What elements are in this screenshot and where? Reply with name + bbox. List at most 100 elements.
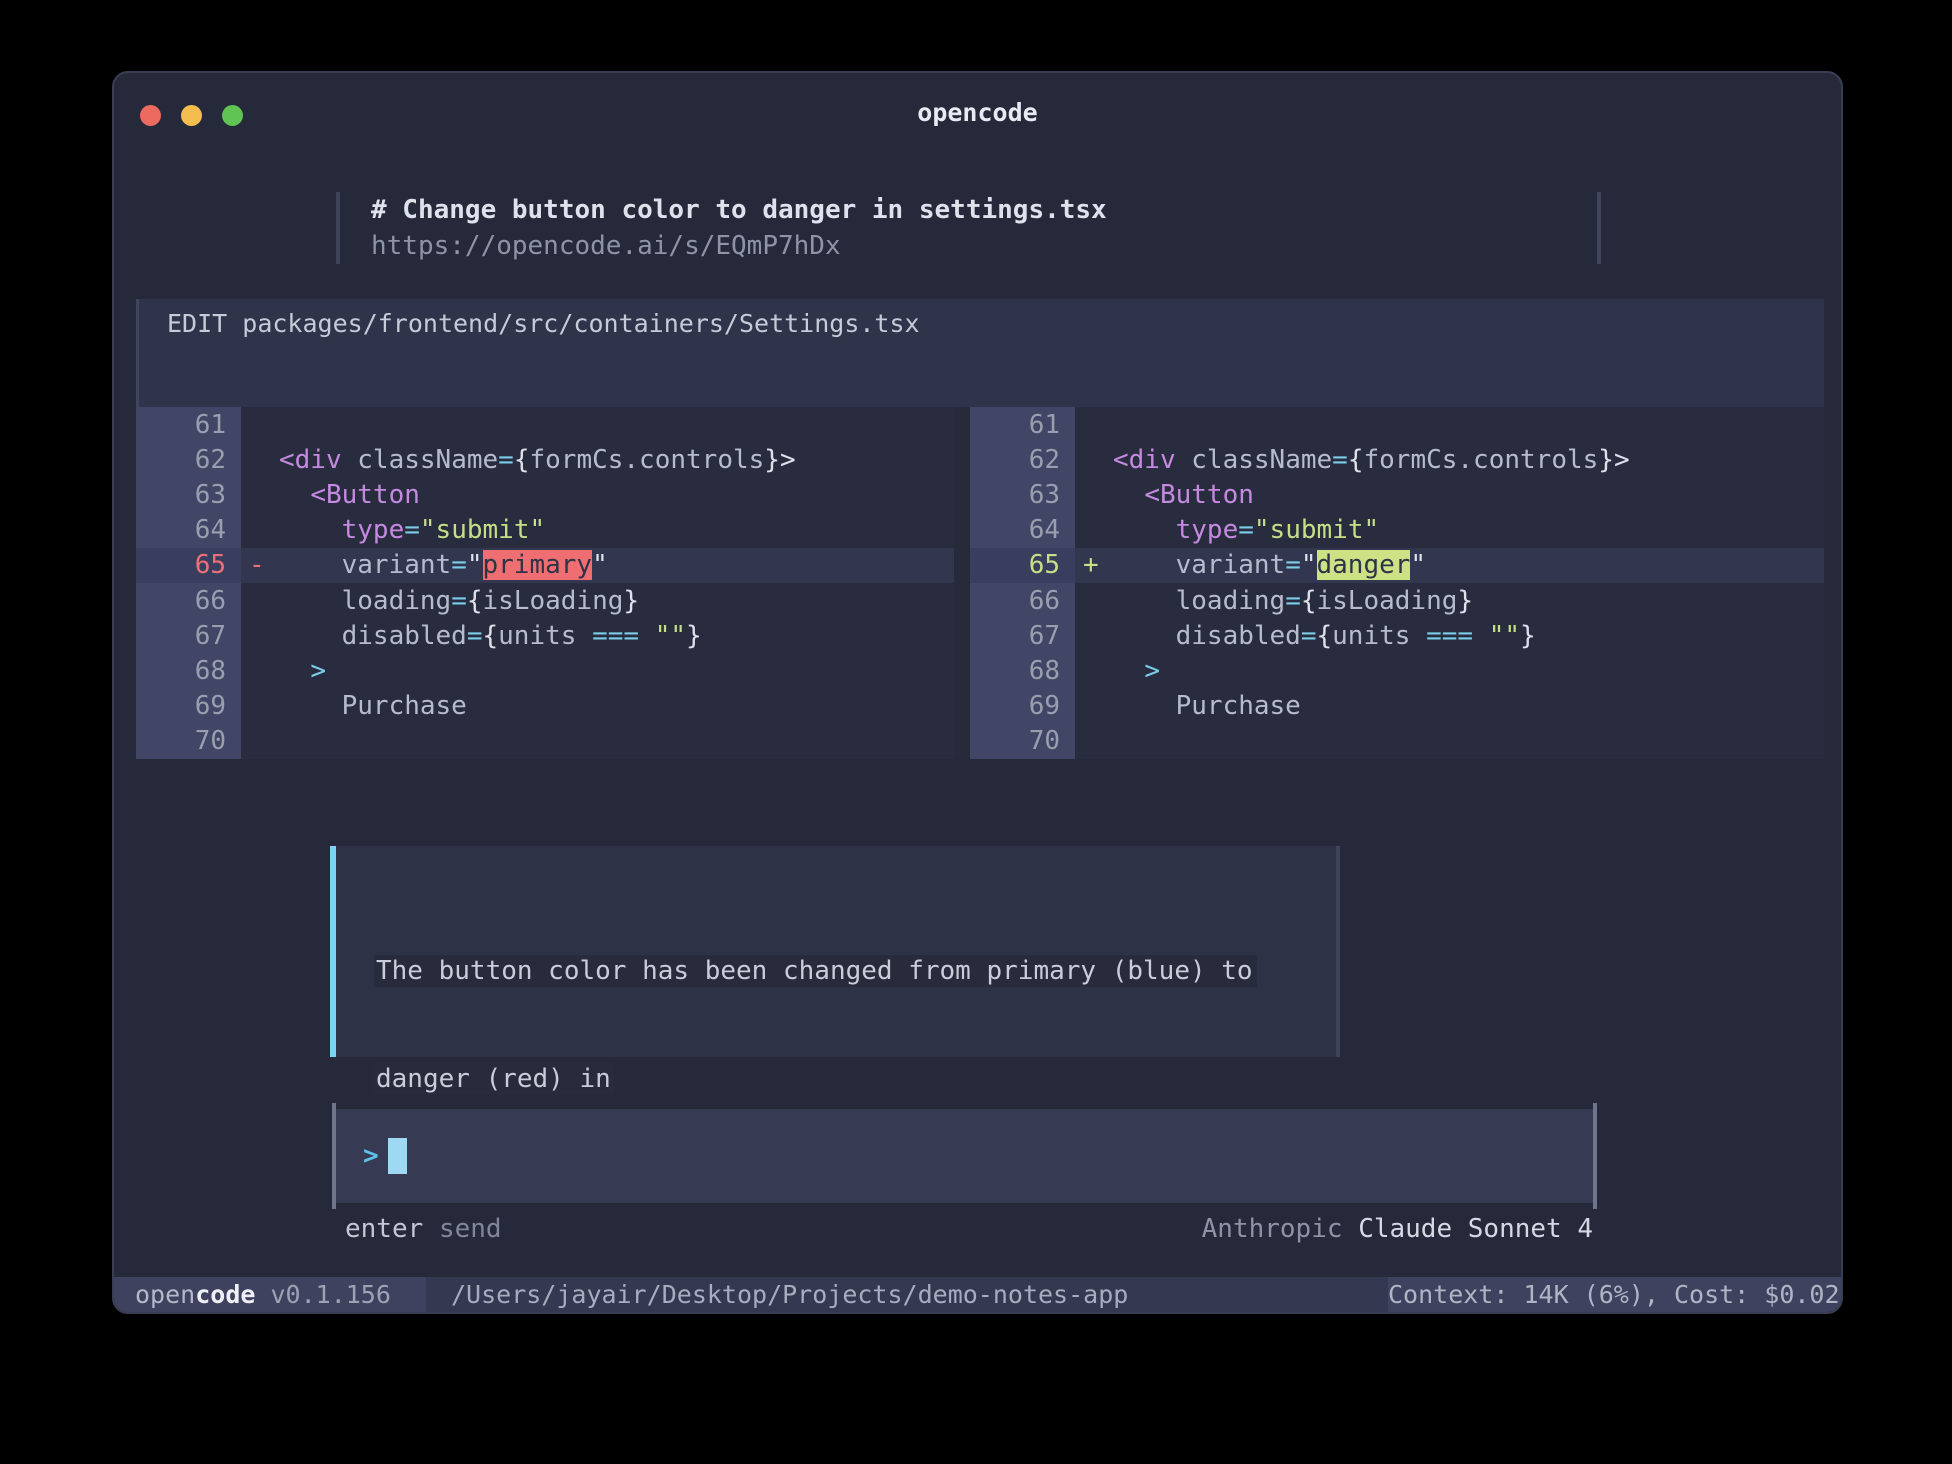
user-message: # Change button color to danger in setti…: [336, 192, 1601, 264]
code-token: {: [483, 621, 499, 651]
model-indicator: Anthropic Claude Sonnet 4: [1202, 1211, 1593, 1247]
code-token: }: [1520, 621, 1536, 651]
code-token: {: [514, 445, 530, 475]
assistant-text-line: The button color has been changed from p…: [376, 953, 1257, 989]
enter-send-hint: enter send: [345, 1211, 502, 1247]
user-message-text: # Change button color to danger in setti…: [371, 192, 1107, 228]
input-right-border: [1593, 1103, 1597, 1209]
edit-tool-card: EDIT packages/frontend/src/containers/Se…: [136, 299, 1824, 759]
code-token: "": [655, 621, 686, 651]
code-token: =: [404, 515, 420, 545]
diff-row: 70: [136, 724, 954, 759]
code-token: units: [498, 621, 592, 651]
line-number: 66: [970, 583, 1075, 618]
code-token: "": [1489, 621, 1520, 651]
code-token: [279, 480, 310, 510]
context-cost-segment: Context: 14K (6%), Cost: $0.02: [1388, 1277, 1841, 1312]
code-token: [279, 656, 310, 686]
code-token: danger: [1317, 550, 1411, 580]
share-url-link[interactable]: https://opencode.ai/s/EQmP7hDx: [371, 228, 841, 264]
code-token: =: [498, 445, 514, 475]
code-token: ": [1410, 550, 1426, 580]
code-token: }: [1457, 586, 1473, 616]
diff-row: 61: [970, 407, 1824, 442]
code-line: <Button: [1075, 477, 1824, 512]
code-line: [1075, 407, 1824, 442]
code-token: ===: [592, 621, 639, 651]
code-token: isLoading: [1317, 586, 1458, 616]
assistant-message: The button color has been changed from p…: [330, 846, 1340, 1057]
code-token: isLoading: [483, 586, 624, 616]
code-token: =: [1285, 550, 1301, 580]
code-token: <div: [279, 445, 342, 475]
line-number: 69: [970, 689, 1075, 724]
diff-row: 70: [970, 724, 1824, 759]
diff-pane-new: 6162<div className={formCs.controls}>63 …: [970, 407, 1824, 759]
diff-marker: -: [249, 548, 265, 583]
code-line: - variant="primary": [241, 548, 954, 583]
input-prompt-char: >: [363, 1138, 379, 1174]
tool-name: EDIT: [167, 309, 227, 338]
text-cursor: [388, 1138, 407, 1174]
diff-row: 69 Purchase: [136, 689, 954, 724]
assistant-accent-bar: [330, 846, 336, 1057]
app-version: v0.1.156: [255, 1280, 390, 1309]
code-token: formCs.controls: [1363, 445, 1598, 475]
code-token: {: [1348, 445, 1364, 475]
code-token: [639, 621, 655, 651]
diff-row: 62<div className={formCs.controls}>: [970, 442, 1824, 477]
code-token: type: [342, 515, 405, 545]
line-number: 65: [970, 548, 1075, 583]
code-token: =: [451, 550, 467, 580]
code-line: loading={isLoading}: [1075, 583, 1824, 618]
diff-row: 68 >: [136, 653, 954, 688]
opencode-window: opencode # Change button color to danger…: [112, 71, 1843, 1314]
app-version-segment: opencode v0.1.156: [114, 1277, 426, 1312]
code-token: =: [1238, 515, 1254, 545]
code-token: >: [1144, 656, 1160, 686]
code-line: [241, 407, 954, 442]
code-token: }: [623, 586, 639, 616]
code-token: [1473, 621, 1489, 651]
chat-input[interactable]: >: [336, 1109, 1593, 1203]
diff-row: 64 type="submit": [136, 513, 954, 548]
code-token: {: [467, 586, 483, 616]
code-line: [241, 724, 954, 759]
code-token: [1113, 515, 1176, 545]
working-directory: /Users/jayair/Desktop/Projects/demo-note…: [451, 1277, 1128, 1312]
line-number: 70: [136, 724, 241, 759]
model-name: Claude Sonnet 4: [1358, 1214, 1593, 1244]
code-token: ": [592, 550, 608, 580]
diff-row: 66 loading={isLoading}: [970, 583, 1824, 618]
code-line: + variant="danger": [1075, 548, 1824, 583]
code-line: <Button: [241, 477, 954, 512]
line-number: 61: [136, 407, 241, 442]
diff-row: 61: [136, 407, 954, 442]
code-token: =: [451, 586, 467, 616]
code-token: units: [1332, 621, 1426, 651]
line-number: 67: [136, 618, 241, 653]
diff-row: 62<div className={formCs.controls}>: [136, 442, 954, 477]
code-token: }>: [1598, 445, 1629, 475]
line-number: 68: [136, 653, 241, 688]
line-number: 64: [970, 513, 1075, 548]
diff-pane-old: 6162<div className={formCs.controls}>63 …: [136, 407, 954, 759]
diff-row: 68 >: [970, 653, 1824, 688]
code-line: type="submit": [241, 513, 954, 548]
code-line: type="submit": [1075, 513, 1824, 548]
code-line: disabled={units === ""}: [1075, 618, 1824, 653]
edited-file-path: packages/frontend/src/containers/Setting…: [242, 309, 919, 338]
code-token: {: [1317, 621, 1333, 651]
code-line: <div className={formCs.controls}>: [241, 442, 954, 477]
code-token: <div: [1113, 445, 1176, 475]
line-number: 65: [136, 548, 241, 583]
assistant-text-line: danger (red) in: [376, 1061, 1257, 1097]
status-bar: opencode v0.1.156 /Users/jayair/Desktop/…: [114, 1277, 1841, 1312]
diff-row: 69 Purchase: [970, 689, 1824, 724]
diff-row: 67 disabled={units === ""}: [136, 618, 954, 653]
message-left-border: [336, 192, 340, 264]
code-token: >: [310, 656, 326, 686]
diff-row: 63 <Button: [136, 477, 954, 512]
line-number: 63: [970, 477, 1075, 512]
code-token: [1113, 480, 1144, 510]
